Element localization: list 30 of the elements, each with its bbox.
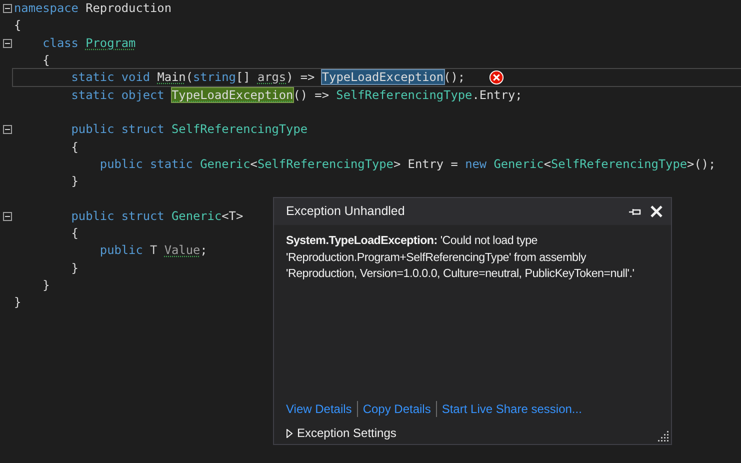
- popup-link[interactable]: Start Live Share session...: [442, 400, 582, 418]
- collapse-toggle[interactable]: [2, 212, 12, 221]
- code-line: public struct SelfReferencingType: [70, 121, 308, 138]
- expand-triangle-icon: [286, 428, 293, 438]
- popup-link[interactable]: View Details: [286, 400, 352, 418]
- collapse-toggle[interactable]: [2, 4, 12, 14]
- code-line: }: [14, 294, 22, 312]
- code-line: }: [70, 260, 78, 277]
- popup-title: Exception Unhandled: [286, 203, 405, 220]
- exception-settings-toggle[interactable]: Exception Settings: [286, 424, 396, 442]
- code-line: static object TypeLoadException() => SelfReferencingType.Entry;: [70, 86, 522, 104]
- code-line: static void Main(string[] args) => TypeLoadException();: [70, 69, 466, 86]
- code-line: {: [42, 52, 50, 70]
- code-line: public T Value;: [98, 242, 208, 260]
- pin-icon[interactable]: [628, 206, 642, 216]
- code-line: public struct Generic<T>: [70, 208, 244, 225]
- resize-grip-icon[interactable]: [658, 431, 669, 442]
- close-icon[interactable]: [650, 205, 663, 218]
- code-line: {: [70, 225, 78, 242]
- collapse-toggle[interactable]: [2, 125, 12, 134]
- code-line: namespace Reproduction: [14, 0, 172, 18]
- code-line: }: [42, 276, 50, 294]
- code-line: class Program: [42, 34, 136, 52]
- collapse-toggle[interactable]: [2, 38, 12, 48]
- code-line: {: [70, 138, 78, 156]
- code-line: {: [14, 17, 22, 34]
- popup-link[interactable]: Copy Details: [362, 400, 431, 418]
- code-line: public static Generic<SelfReferencingType> Entry = new Generic<SelfReferencingType>();: [98, 156, 716, 173]
- exception-message: System.TypeLoadException: 'Could not load type 'Reproduction.Program+SelfReferencingType' from assembly 'Reproduction, Version=1.0.0.0, Culture=neutral, PublicKeyToken=null'.': [285, 233, 636, 282]
- code-line: }: [70, 173, 78, 190]
